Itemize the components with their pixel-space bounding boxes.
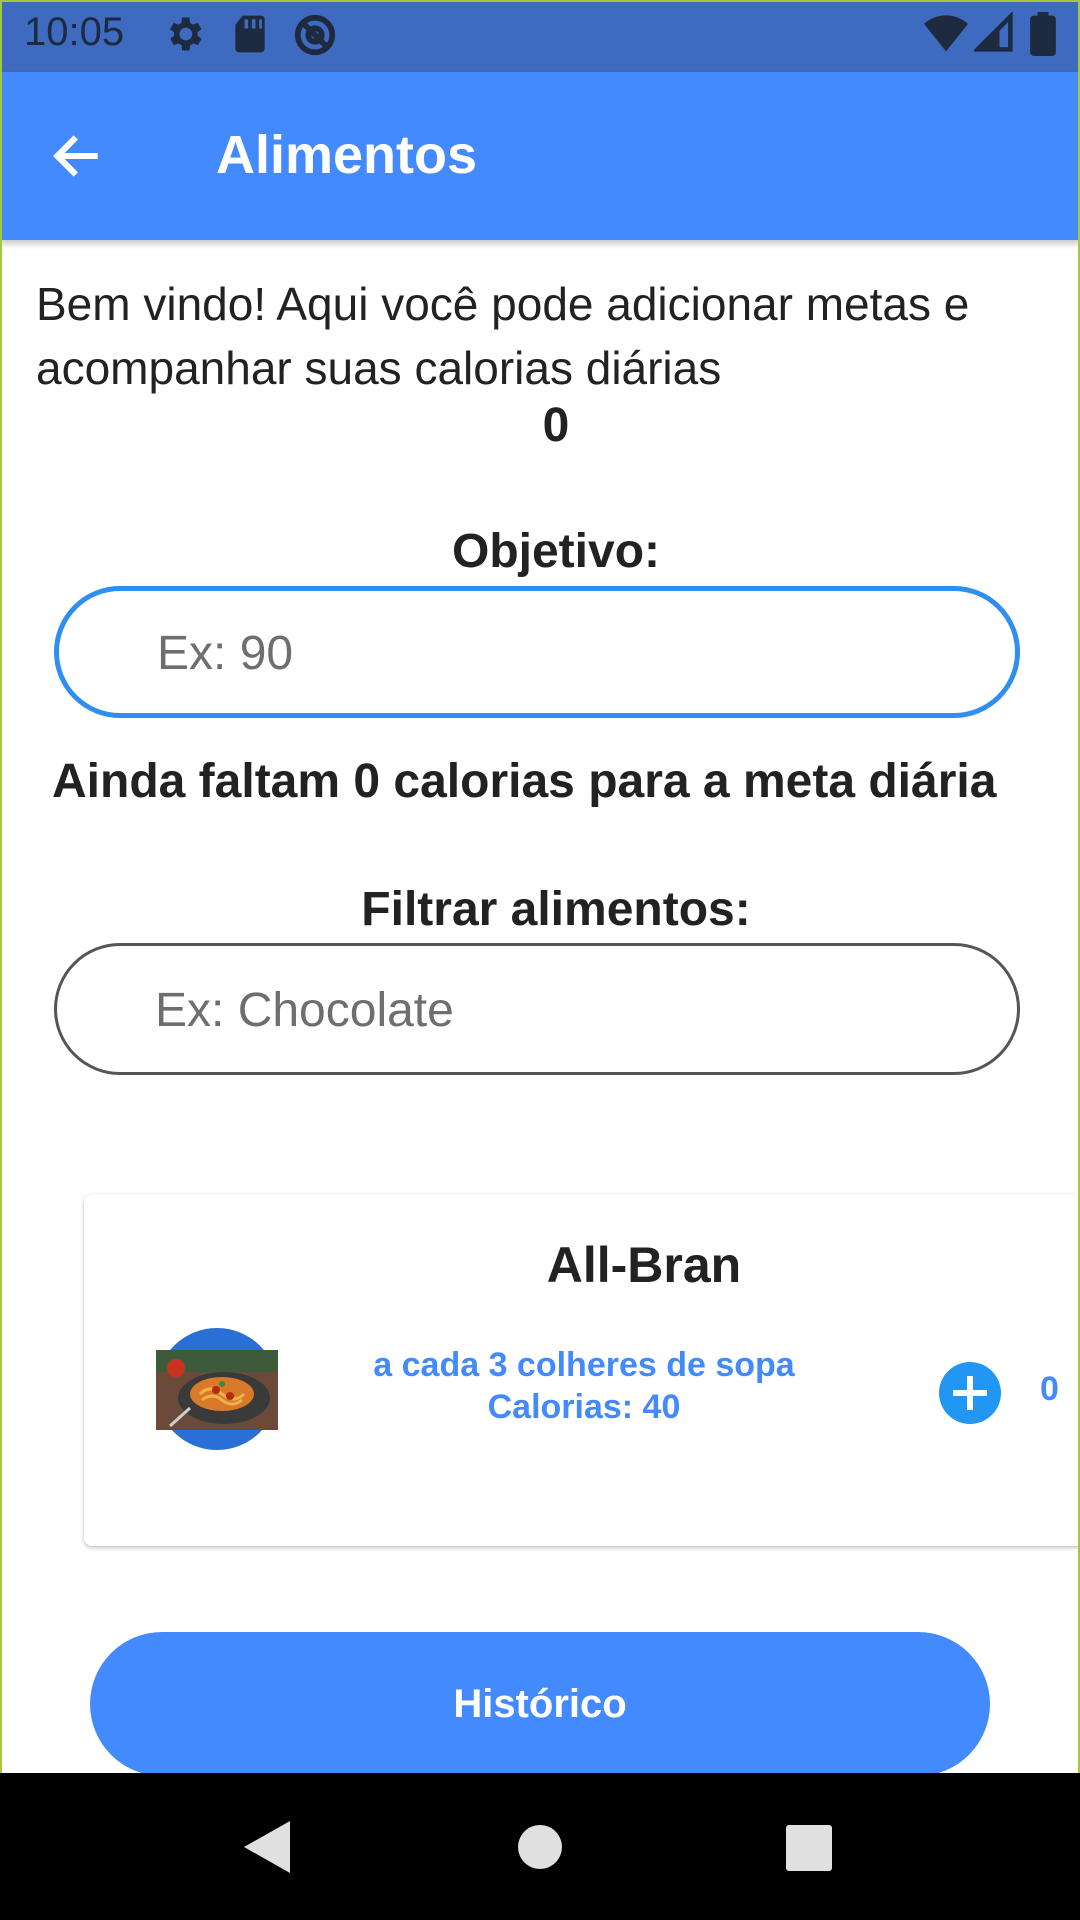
goal-label: Objetivo: bbox=[451, 525, 660, 578]
plus-circle-icon bbox=[953, 1376, 987, 1410]
wifi-icon bbox=[924, 15, 968, 52]
at-sign-icon bbox=[294, 14, 336, 56]
daily-calories-total: 0 bbox=[542, 399, 570, 452]
status-bar: 10:05 bbox=[0, 0, 1080, 72]
settings-icon bbox=[170, 17, 202, 51]
navigation-bar bbox=[0, 1773, 1080, 1920]
back-triangle-icon[interactable] bbox=[244, 1821, 290, 1873]
signal-icon bbox=[974, 12, 1013, 52]
app-bar: Alimentos bbox=[0, 72, 1080, 240]
food-name: All-Bran bbox=[546, 1237, 742, 1293]
sd-card-icon bbox=[235, 15, 265, 53]
filter-field-container bbox=[54, 943, 1020, 1075]
food-image bbox=[156, 1328, 278, 1450]
page-title: Alimentos bbox=[216, 125, 478, 185]
goal-input[interactable] bbox=[155, 591, 979, 715]
battery-icon bbox=[1030, 12, 1056, 56]
home-circle-icon[interactable] bbox=[518, 1825, 562, 1869]
back-button[interactable] bbox=[48, 124, 120, 188]
food-calories: Calorias: 40 bbox=[487, 1388, 681, 1426]
goal-field-container bbox=[54, 586, 1020, 718]
add-food-button[interactable] bbox=[939, 1362, 1001, 1424]
food-quantity: 0 bbox=[1040, 1370, 1059, 1408]
status-time: 10:05 bbox=[24, 10, 125, 54]
filter-input[interactable] bbox=[153, 946, 977, 1074]
welcome-text: Bem vindo! Aqui você pode adicionar meta… bbox=[36, 278, 970, 394]
filter-label: Filtrar alimentos: bbox=[361, 883, 751, 936]
food-portion: a cada 3 colheres de sopa bbox=[373, 1346, 795, 1384]
history-button[interactable]: Histórico bbox=[90, 1632, 990, 1776]
arrow-left-icon bbox=[53, 135, 98, 177]
food-card: All-Bran a cada 3 colheres de sopa Calor… bbox=[84, 1194, 1080, 1546]
recents-square-icon[interactable] bbox=[786, 1825, 832, 1871]
remaining-calories-text: Ainda faltam 0 calorias para a meta diár… bbox=[52, 755, 997, 808]
